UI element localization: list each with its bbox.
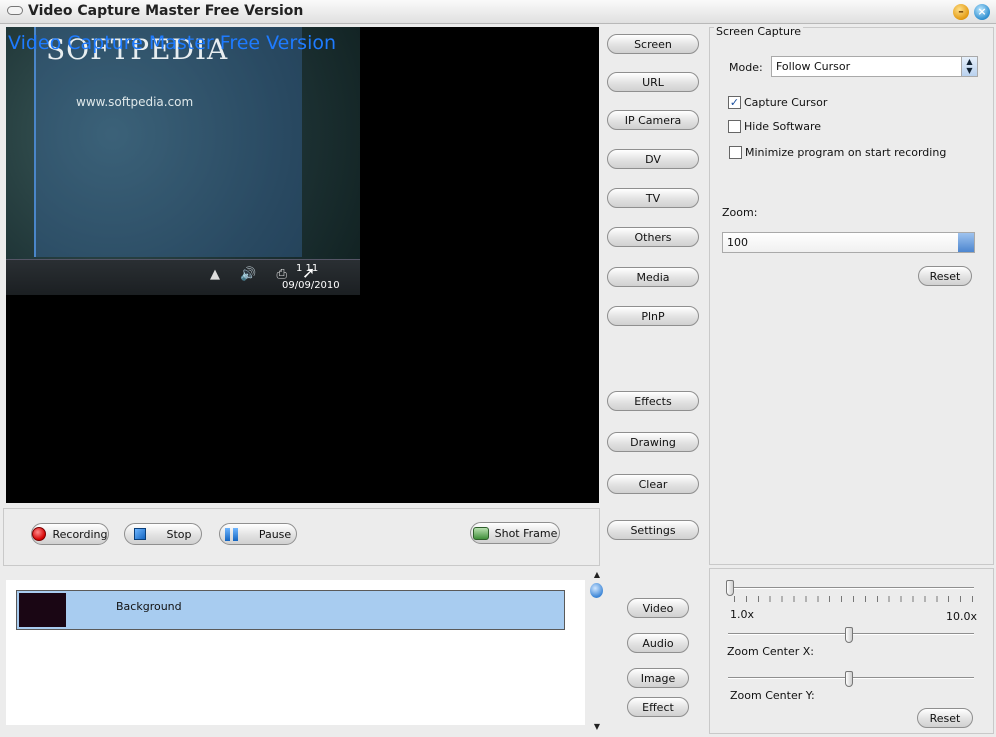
capture-preview: SOFTPEDIA www.softpedia.com ▲ 🔊 ⎙ 1 11 0… xyxy=(6,27,599,503)
clear-button[interactable]: Clear xyxy=(607,474,699,494)
zoom-center-reset-button[interactable]: Reset xyxy=(917,708,973,728)
recording-label: Recording xyxy=(52,527,108,541)
pause-button[interactable]: Pause xyxy=(219,523,297,545)
close-icon[interactable]: × xyxy=(974,4,990,20)
tv-source-button[interactable]: TV xyxy=(607,188,699,208)
mode-label: Mode: xyxy=(729,61,763,74)
capture-cursor-checkbox[interactable]: ✓ xyxy=(728,96,741,109)
drawing-button[interactable]: Drawing xyxy=(607,432,699,452)
media-source-button[interactable]: Media xyxy=(607,267,699,287)
center-x-slider-thumb[interactable] xyxy=(845,627,853,643)
add-audio-button[interactable]: Audio xyxy=(627,633,689,653)
url-source-button[interactable]: URL xyxy=(607,72,699,92)
settings-button[interactable]: Settings xyxy=(607,520,699,540)
center-y-label: Zoom Center Y: xyxy=(730,689,815,702)
preview-caption: Video Capture Master Free Version xyxy=(8,32,337,54)
zoom-input[interactable]: 100 xyxy=(722,232,975,253)
zoom-slider-ticks xyxy=(734,596,974,602)
add-effect-button[interactable]: Effect xyxy=(627,697,689,717)
stop-label: Stop xyxy=(166,527,192,541)
shot-frame-label: Shot Frame xyxy=(494,526,558,540)
mouse-cursor-icon: ➚ xyxy=(302,263,316,282)
scroll-down-icon[interactable]: ▼ xyxy=(591,722,603,732)
stop-button[interactable]: Stop xyxy=(124,523,202,545)
chevron-updown-icon[interactable]: ▲ ▼ xyxy=(961,57,977,76)
title-bar: Video Capture Master Free Version – × xyxy=(0,0,996,24)
zoom-spin-icon[interactable] xyxy=(958,233,974,252)
window-menu-icon[interactable] xyxy=(7,6,23,15)
effects-button[interactable]: Effects xyxy=(607,391,699,411)
capture-cursor-label: Capture Cursor xyxy=(744,96,828,109)
hide-software-label: Hide Software xyxy=(744,120,822,133)
zoom-label: Zoom: xyxy=(722,206,758,219)
record-icon xyxy=(32,527,47,541)
others-source-button[interactable]: Others xyxy=(607,227,699,247)
pause-label: Pause xyxy=(258,527,292,541)
mode-select[interactable]: Follow Cursor xyxy=(771,56,978,77)
zoom-max-label: 10.0x xyxy=(946,610,978,623)
track-thumbnail xyxy=(19,593,66,627)
window-title: Video Capture Master Free Version xyxy=(28,3,304,19)
shot-frame-button[interactable]: Shot Frame xyxy=(470,522,560,544)
pnp-source-button[interactable]: PlnP xyxy=(607,306,699,326)
track-label: Background xyxy=(116,600,182,613)
screen-capture-title: Screen Capture xyxy=(714,25,804,38)
hide-software-checkbox[interactable] xyxy=(728,120,741,133)
zoom-reset-button[interactable]: Reset xyxy=(918,266,972,286)
scroll-up-icon[interactable]: ▲ xyxy=(591,570,603,580)
dv-source-button[interactable]: DV xyxy=(607,149,699,169)
site-url-text: www.softpedia.com xyxy=(76,95,194,109)
stop-icon xyxy=(134,528,147,540)
add-image-button[interactable]: Image xyxy=(627,668,689,688)
minimize-on-record-label: Minimize program on start recording xyxy=(745,146,947,159)
ip-camera-source-button[interactable]: IP Camera xyxy=(607,110,699,130)
zoom-min-label: 1.0x xyxy=(730,608,755,621)
minimize-icon[interactable]: – xyxy=(953,4,969,20)
minimize-on-record-checkbox[interactable] xyxy=(729,146,742,159)
center-y-slider-thumb[interactable] xyxy=(845,671,853,687)
recording-button[interactable]: Recording xyxy=(31,523,109,545)
captured-screen-image: SOFTPEDIA www.softpedia.com ▲ 🔊 ⎙ 1 11 0… xyxy=(6,27,360,295)
zoom-slider-thumb[interactable] xyxy=(726,580,734,596)
center-x-label: Zoom Center X: xyxy=(727,645,814,658)
pause-icon xyxy=(224,527,239,541)
add-video-button[interactable]: Video xyxy=(627,598,689,618)
scroll-thumb[interactable] xyxy=(590,583,603,598)
zoom-slider-track[interactable] xyxy=(728,587,974,589)
camera-icon xyxy=(472,526,489,540)
screen-source-button[interactable]: Screen xyxy=(607,34,699,54)
timeline-track[interactable] xyxy=(16,590,565,630)
